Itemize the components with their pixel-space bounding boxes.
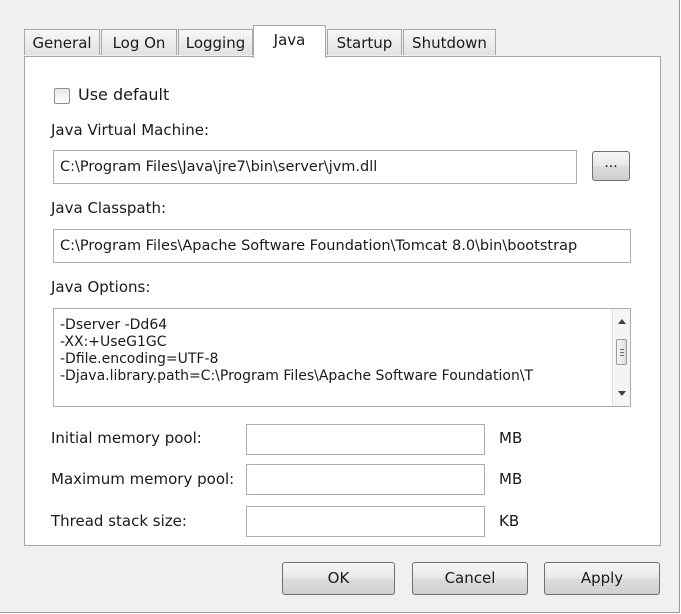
maximum-memory-unit: MB	[499, 470, 523, 488]
initial-memory-unit: MB	[499, 429, 523, 447]
use-default-checkbox[interactable]	[54, 88, 70, 104]
maximum-memory-input[interactable]	[246, 464, 485, 495]
thread-stack-input[interactable]	[246, 506, 485, 537]
java-option-line: -Dfile.encoding=UTF-8	[60, 351, 219, 367]
initial-memory-label: Initial memory pool:	[51, 429, 202, 447]
jvm-path-input[interactable]: C:\Program Files\Java\jre7\bin\server\jv…	[53, 150, 577, 184]
initial-memory-input[interactable]	[246, 424, 485, 455]
java-option-line: -XX:+UseG1GC	[60, 334, 167, 350]
scroll-thumb[interactable]	[616, 339, 627, 365]
java-option-line: -Dserver -Dd64	[60, 317, 168, 333]
jvm-browse-button[interactable]: ...	[592, 151, 630, 181]
apply-button[interactable]: Apply	[544, 562, 660, 595]
tab-log-on[interactable]: Log On	[101, 29, 177, 55]
java-tab-panel: Use default Java Virtual Machine: C:\Pro…	[24, 56, 661, 546]
tab-java[interactable]: Java	[253, 25, 326, 58]
thread-stack-label: Thread stack size:	[51, 512, 187, 530]
classpath-label: Java Classpath:	[51, 199, 167, 217]
cancel-button[interactable]: Cancel	[412, 562, 528, 595]
ok-button[interactable]: OK	[282, 562, 395, 595]
tab-general[interactable]: General	[24, 29, 100, 55]
properties-dialog: General Log On Logging Java Startup Shut…	[0, 0, 680, 613]
use-default-label: Use default	[78, 85, 170, 104]
tab-startup[interactable]: Startup	[327, 29, 402, 55]
jvm-label: Java Virtual Machine:	[51, 121, 210, 139]
java-options-scrollbar[interactable]	[612, 309, 630, 406]
java-options-textarea[interactable]: -Dserver -Dd64 -XX:+UseG1GC -Dfile.encod…	[53, 308, 631, 407]
java-option-line: -Djava.library.path=C:\Program Files\Apa…	[60, 368, 534, 384]
scroll-up-arrow-icon[interactable]	[618, 319, 626, 324]
maximum-memory-label: Maximum memory pool:	[51, 470, 235, 488]
classpath-input[interactable]: C:\Program Files\Apache Software Foundat…	[53, 229, 631, 263]
tab-logging[interactable]: Logging	[178, 29, 253, 55]
tab-shutdown[interactable]: Shutdown	[403, 29, 496, 55]
thread-stack-unit: KB	[499, 512, 520, 530]
scroll-down-arrow-icon[interactable]	[618, 391, 626, 396]
java-options-label: Java Options:	[51, 278, 151, 296]
